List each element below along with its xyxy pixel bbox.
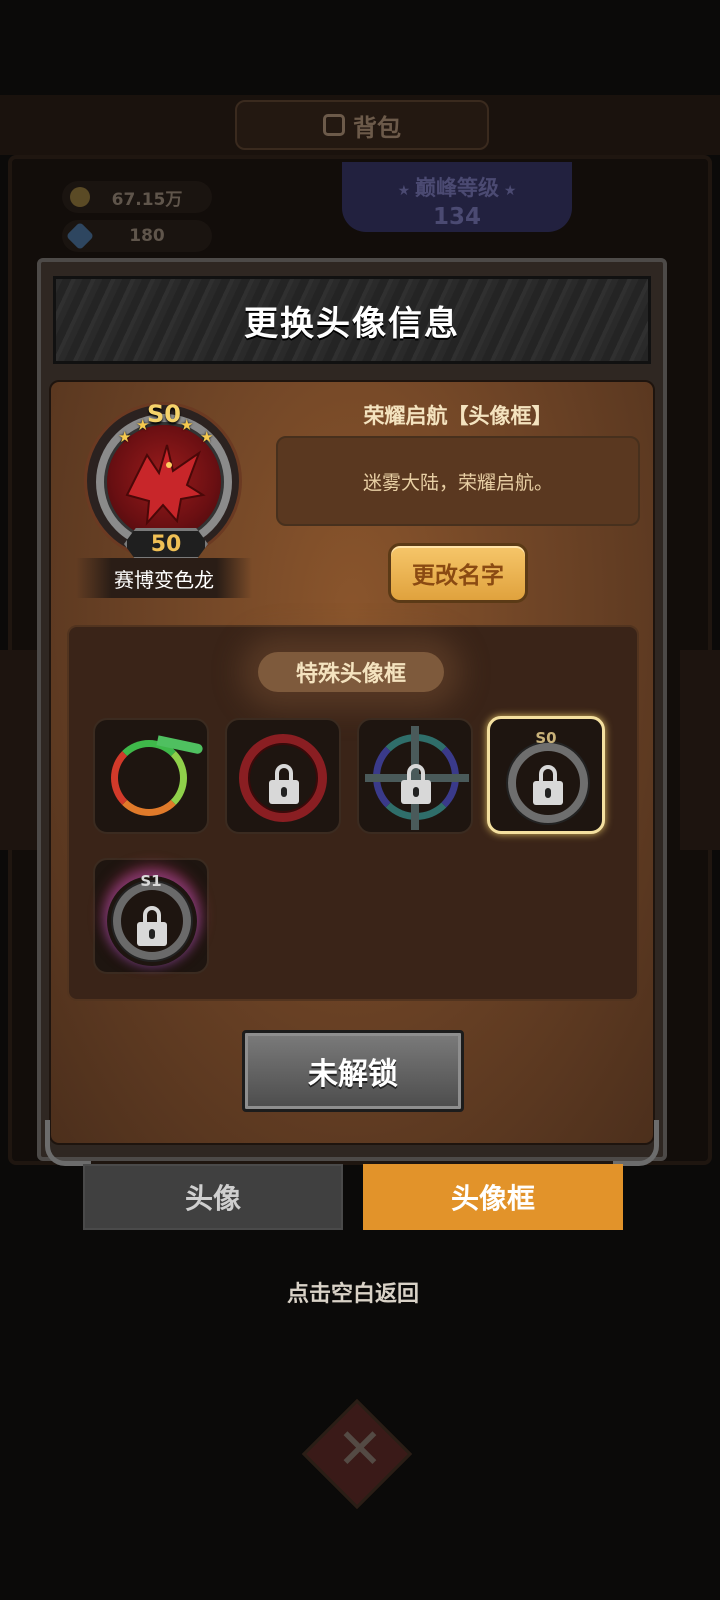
special-frames-header: 特殊头像框 <box>258 652 444 692</box>
background-right-edge <box>680 650 720 850</box>
tap-blank-to-return-hint: 点击空白返回 <box>286 1282 419 1307</box>
frame-slot-1[interactable] <box>93 718 209 834</box>
avatar-level-badge: 50 <box>124 528 208 560</box>
lock-icon <box>401 764 431 804</box>
dialog-title: 更换头像信息 <box>244 303 460 344</box>
frame-title: 荣耀启航【头像框】 <box>363 404 553 428</box>
frame-slot-4-rank: S0 <box>535 729 557 747</box>
corner-ornament-bottom-left <box>45 1120 91 1166</box>
star-icon: ★ <box>180 416 194 434</box>
background-title: 背包 <box>353 113 401 142</box>
tab-avatar-frame[interactable]: 头像框 <box>363 1164 623 1230</box>
star-icon: ★ <box>200 428 214 446</box>
crossed-swords-icon: ✕ <box>336 1417 384 1482</box>
lock-icon <box>137 906 167 946</box>
avatar-name: 赛博变色龙 <box>76 558 252 598</box>
star-icon: ★ <box>118 428 132 446</box>
gold-value: 67.15万 <box>111 189 183 210</box>
lock-icon <box>533 765 563 805</box>
frame-slot-5[interactable]: S1 <box>93 858 209 974</box>
background-left-edge <box>0 650 40 850</box>
frame-slot-4[interactable]: S0 <box>487 716 605 834</box>
rename-button[interactable]: 更改名字 <box>388 543 528 603</box>
frame-slot-3[interactable] <box>357 718 473 834</box>
star-icon: ★ <box>136 416 150 434</box>
gem-value: 180 <box>129 226 165 246</box>
avatar-rank: S0 <box>147 400 181 428</box>
gold-resource: 67.15万 <box>62 181 212 213</box>
peak-level-plate: ★ 巅峰等级 ★ 134 <box>342 162 572 232</box>
dialog-header: 更换头像信息 <box>53 276 651 364</box>
bag-icon <box>323 114 345 136</box>
frame-slot-5-rank: S1 <box>140 872 162 890</box>
gem-resource: 180 <box>62 220 212 252</box>
gold-coin-icon <box>70 187 90 207</box>
not-unlocked-button[interactable]: 未解锁 <box>242 1030 464 1112</box>
frame-description-text: 迷雾大陆，荣耀启航。 <box>362 471 553 494</box>
frame-description: 迷雾大陆，荣耀启航。 <box>276 436 640 526</box>
peak-level-value: 134 <box>432 204 481 230</box>
frame-slot-2[interactable] <box>225 718 341 834</box>
tab-avatar[interactable]: 头像 <box>83 1164 343 1230</box>
lock-icon <box>269 764 299 804</box>
peak-level-label: ★ 巅峰等级 ★ <box>397 176 517 200</box>
corner-ornament-bottom-right <box>613 1120 659 1166</box>
background-title-plate: 背包 <box>235 100 489 150</box>
gem-icon <box>65 221 95 251</box>
